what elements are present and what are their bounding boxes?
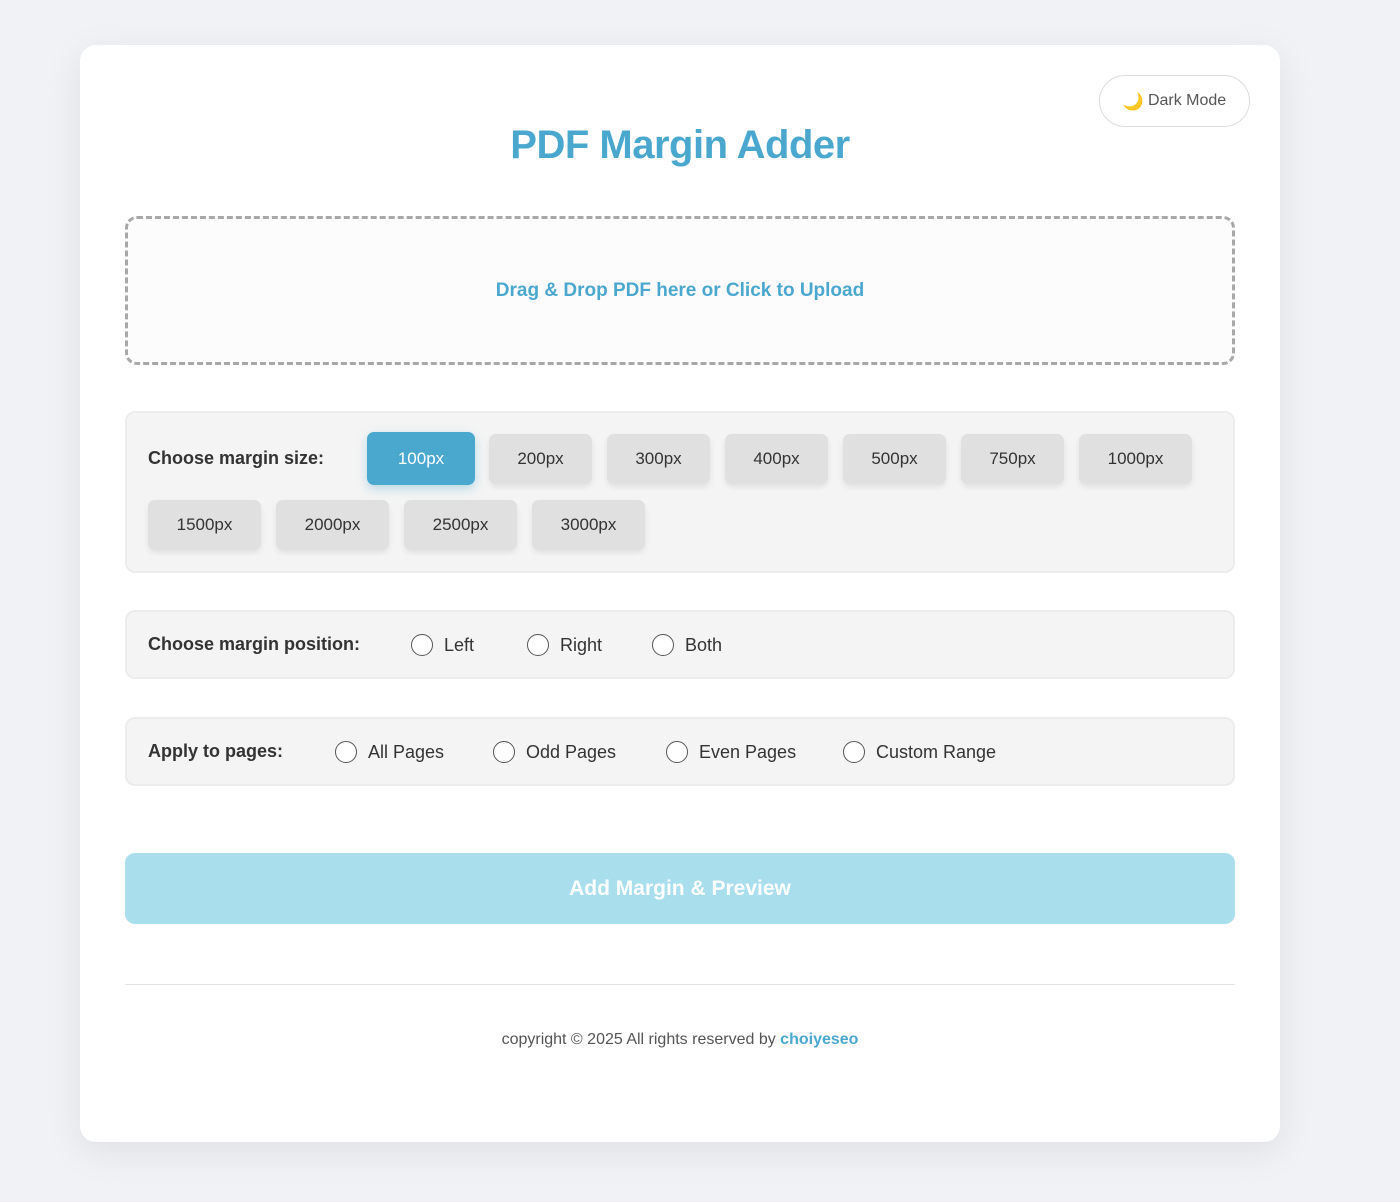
margin-size-button-400[interactable]: 400px <box>725 434 828 484</box>
margin-size-panel: Choose margin size: 100px 200px 300px 40… <box>125 411 1235 573</box>
margin-size-button-label: 1500px <box>176 515 233 534</box>
main-card: 🌙 Dark Mode PDF Margin Adder Drag & Drop… <box>80 45 1280 1142</box>
pages-radio-odd[interactable]: Odd Pages <box>493 741 616 763</box>
moon-icon: 🌙 <box>1122 91 1144 111</box>
position-radio-left[interactable]: Left <box>411 634 474 656</box>
margin-size-button-200[interactable]: 200px <box>489 434 592 484</box>
margin-size-button-500[interactable]: 500px <box>843 434 946 484</box>
margin-size-button-750[interactable]: 750px <box>961 434 1064 484</box>
margin-size-button-300[interactable]: 300px <box>607 434 710 484</box>
margin-size-button-3000[interactable]: 3000px <box>532 500 645 550</box>
margin-size-button-label: 300px <box>635 449 682 468</box>
radio-circle-icon[interactable] <box>411 634 433 656</box>
apply-pages-panel: Apply to pages: All Pages Odd Pages Even… <box>125 717 1235 786</box>
margin-size-label: Choose margin size: <box>148 448 325 468</box>
margin-size-button-100[interactable]: 100px <box>367 432 475 485</box>
copyright-text: copyright © 2025 All rights reserved by <box>501 1031 776 1048</box>
margin-position-label: Choose margin position: <box>148 634 361 654</box>
page-title: PDF Margin Adder <box>510 123 850 167</box>
margin-size-button-label: 2500px <box>432 515 489 534</box>
radio-circle-icon[interactable] <box>843 741 865 763</box>
margin-size-button-1000[interactable]: 1000px <box>1079 434 1192 484</box>
margin-size-button-label: 750px <box>989 449 1036 468</box>
margin-size-button-1500[interactable]: 1500px <box>148 500 261 550</box>
submit-label: Add Margin & Preview <box>569 876 791 900</box>
pages-radio-custom[interactable]: Custom Range <box>843 741 996 763</box>
upload-label: Drag & Drop PDF here or Click to Upload <box>495 279 865 301</box>
margin-size-button-label: 200px <box>517 449 564 468</box>
pages-radio-all[interactable]: All Pages <box>335 741 444 763</box>
margin-size-button-2000[interactable]: 2000px <box>276 500 389 550</box>
position-radio-right[interactable]: Right <box>527 634 602 656</box>
margin-size-button-label: 2000px <box>304 515 361 534</box>
margin-size-button-label: 100px <box>397 448 445 468</box>
add-margin-preview-button[interactable]: Add Margin & Preview <box>125 853 1235 924</box>
margin-size-button-label: 400px <box>753 449 800 468</box>
margin-position-panel: Choose margin position: Left Right Both <box>125 610 1235 679</box>
radio-circle-icon[interactable] <box>666 741 688 763</box>
radio-circle-icon[interactable] <box>335 741 357 763</box>
dark-mode-label: Dark Mode <box>1147 92 1227 109</box>
radio-circle-icon[interactable] <box>493 741 515 763</box>
pdf-upload-dropzone[interactable]: Drag & Drop PDF here or Click to Upload <box>125 216 1235 365</box>
radio-circle-icon[interactable] <box>527 634 549 656</box>
margin-size-button-label: 1000px <box>1107 449 1164 468</box>
position-option-label: Left <box>444 634 475 655</box>
margin-size-button-label: 500px <box>871 449 918 468</box>
radio-circle-icon[interactable] <box>652 634 674 656</box>
apply-pages-label: Apply to pages: <box>148 741 284 761</box>
margin-size-button-label: 3000px <box>560 515 617 534</box>
author-link[interactable]: choiyeseo <box>780 1031 858 1048</box>
pages-radio-even[interactable]: Even Pages <box>666 741 796 763</box>
position-radio-both[interactable]: Both <box>652 634 722 656</box>
position-option-label: Right <box>560 634 603 655</box>
pages-option-label: Even Pages <box>699 741 797 762</box>
footer: copyright © 2025 All rights reserved by … <box>80 1031 1280 1049</box>
dark-mode-toggle[interactable]: 🌙 Dark Mode <box>1099 75 1250 127</box>
footer-divider <box>125 984 1235 985</box>
position-option-label: Both <box>685 634 723 655</box>
pages-option-label: All Pages <box>368 741 445 762</box>
pages-option-label: Odd Pages <box>526 741 617 762</box>
pages-option-label: Custom Range <box>876 741 997 762</box>
margin-size-button-2500[interactable]: 2500px <box>404 500 517 550</box>
